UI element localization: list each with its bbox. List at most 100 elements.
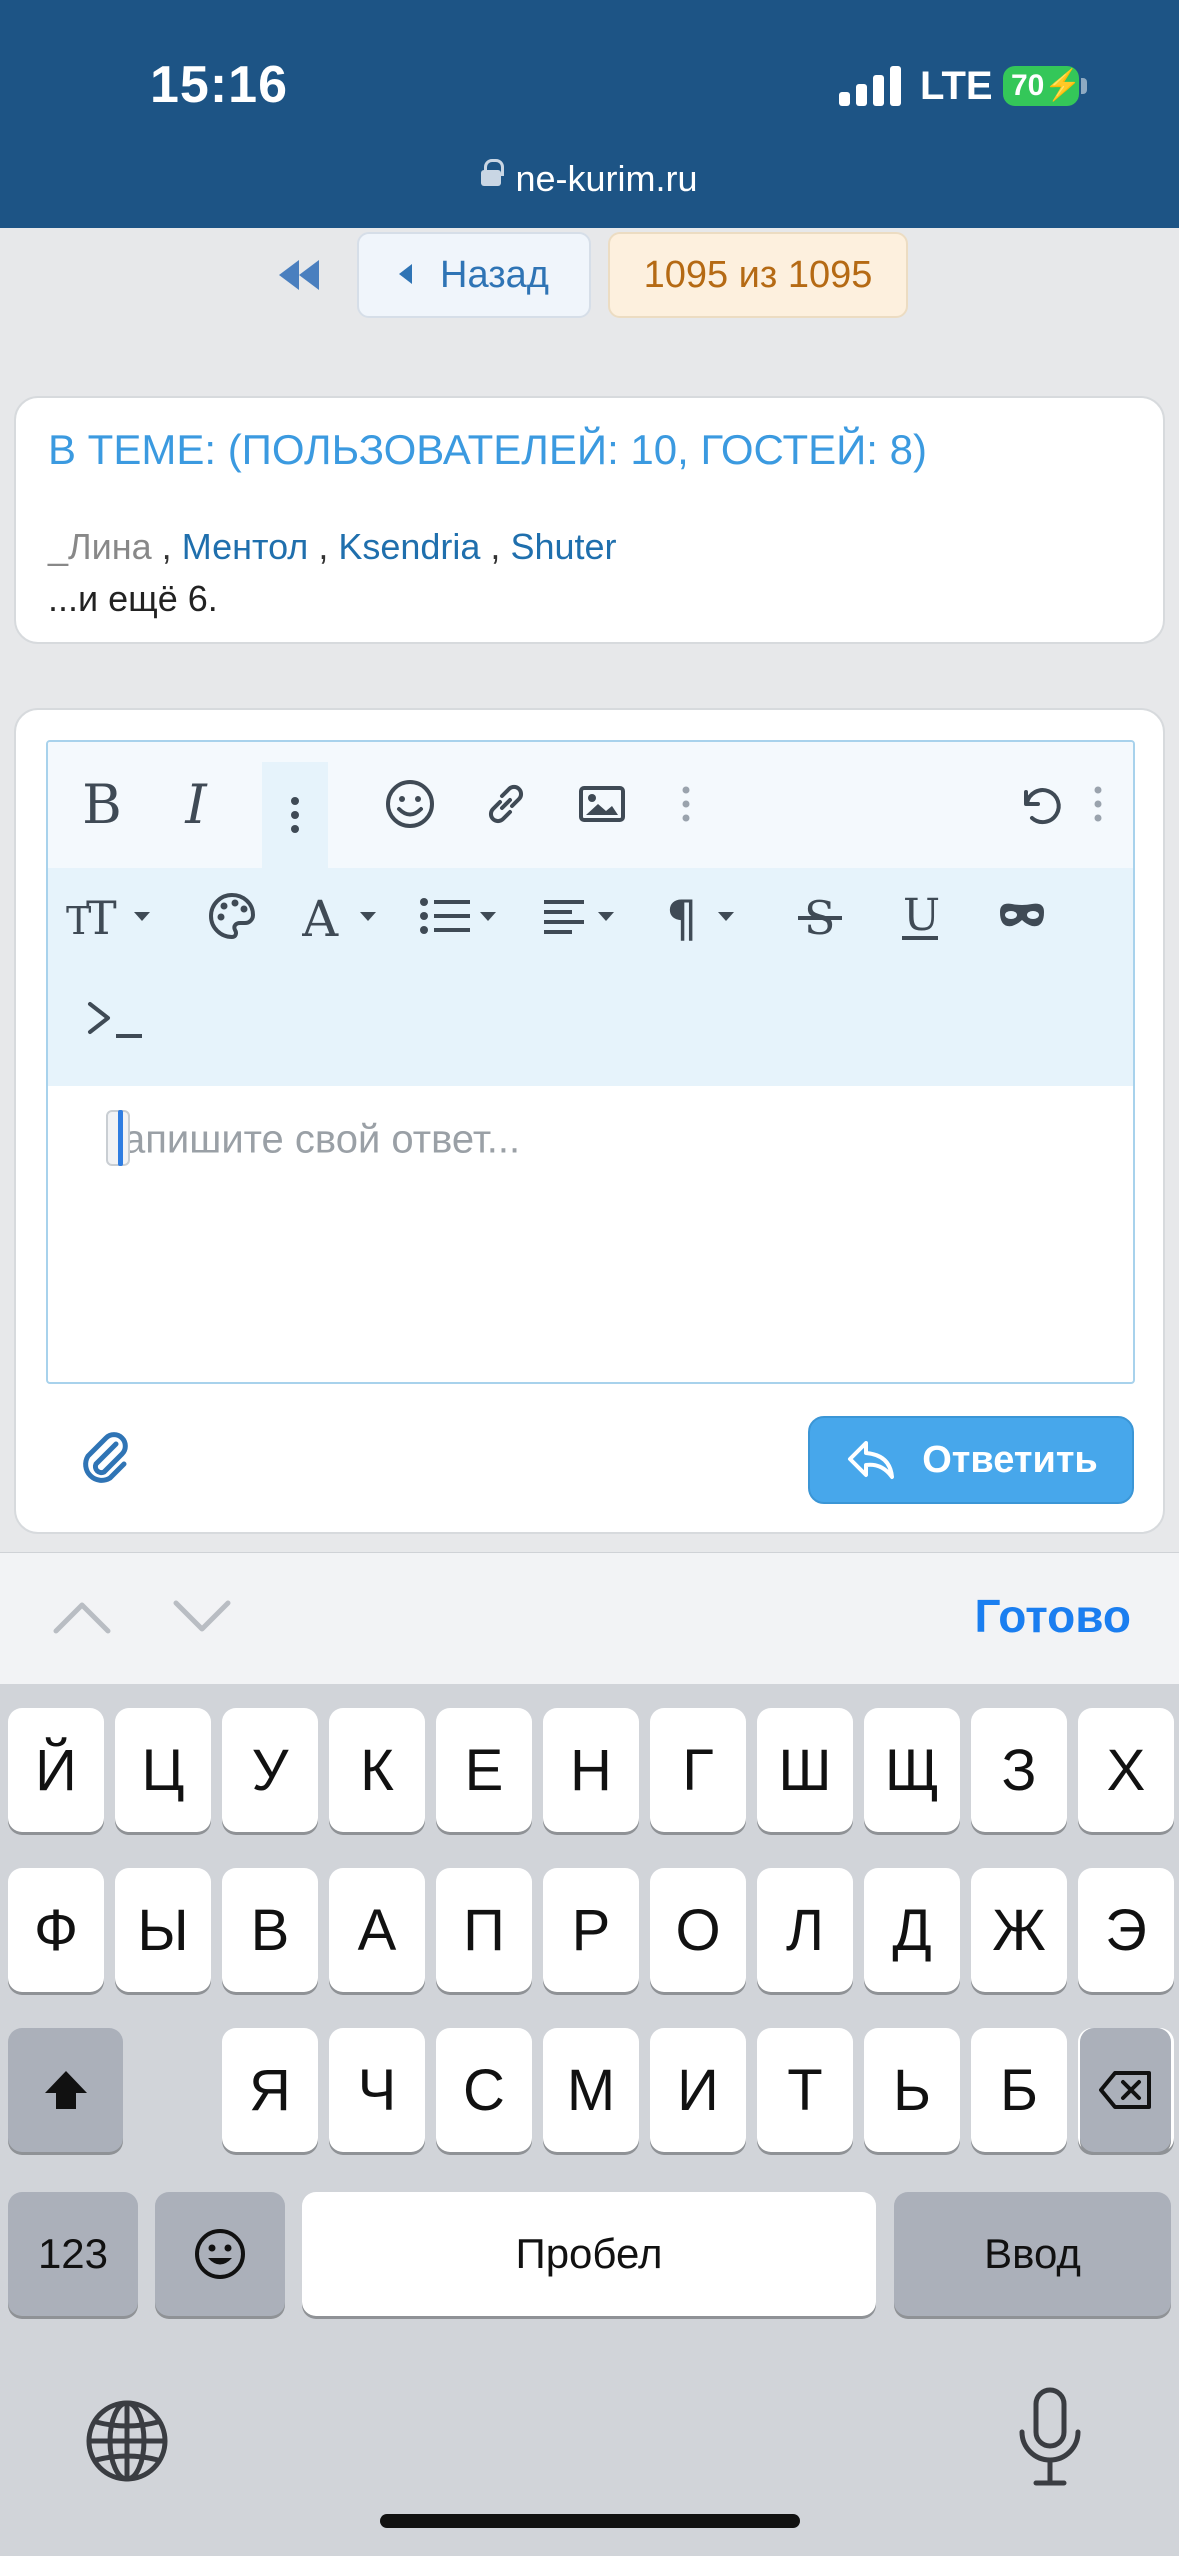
letter-key[interactable]: З	[971, 1708, 1067, 1832]
more-format-button[interactable]	[262, 762, 328, 868]
underline-button[interactable]: U	[888, 884, 952, 948]
return-key[interactable]: Ввод	[894, 2192, 1171, 2316]
signal-icon	[839, 66, 901, 106]
vertical-dots-icon	[291, 797, 299, 833]
underline-icon: U	[902, 890, 940, 941]
letter-key[interactable]: Ч	[329, 2028, 425, 2152]
keyboard-accessory-bar: Готово	[0, 1552, 1179, 1684]
online-users-list: _Лина , Ментол , Ksendria , Shuter	[48, 526, 617, 568]
user-link[interactable]: Ментол	[182, 526, 309, 567]
mask-icon	[1000, 903, 1044, 927]
italic-button[interactable]: I	[164, 772, 228, 836]
letter-key[interactable]: О	[650, 1868, 746, 1992]
bold-button[interactable]: B	[70, 772, 134, 836]
url-bar[interactable]: ne-kurim.ru	[0, 158, 1179, 200]
user-separator: ,	[480, 526, 511, 567]
first-page-button[interactable]	[275, 250, 325, 300]
font-size-button[interactable]: TT	[66, 884, 156, 948]
letter-key[interactable]: Ц	[115, 1708, 211, 1832]
user-link[interactable]: _Лина	[48, 526, 152, 567]
image-button[interactable]	[570, 772, 634, 836]
letter-key[interactable]: И	[650, 2028, 746, 2152]
font-family-button[interactable]: A	[302, 884, 388, 948]
delete-key[interactable]	[1080, 2028, 1171, 2152]
space-key[interactable]: Пробел	[302, 2192, 876, 2316]
letter-key[interactable]: Д	[864, 1868, 960, 1992]
globe-icon[interactable]	[82, 2396, 172, 2486]
smiley-icon	[386, 780, 434, 828]
letter-key[interactable]: В	[222, 1868, 318, 1992]
emoji-button[interactable]	[378, 772, 442, 836]
vertical-dots-icon	[682, 786, 690, 822]
battery-icon: 70⚡	[1003, 66, 1082, 106]
previous-field-button[interactable]	[52, 1597, 112, 1637]
letter-key[interactable]: Й	[8, 1708, 104, 1832]
shift-key[interactable]	[8, 2028, 123, 2152]
letter-key[interactable]: Е	[436, 1708, 532, 1832]
back-button[interactable]: Назад	[357, 232, 591, 318]
list-button[interactable]	[418, 884, 508, 948]
reply-button[interactable]: Ответить	[808, 1416, 1134, 1504]
letter-key[interactable]: Ф	[8, 1868, 104, 1992]
letter-key[interactable]: Х	[1078, 1708, 1174, 1832]
letter-key[interactable]: Ж	[971, 1868, 1067, 1992]
list-icon	[420, 898, 496, 934]
toolbar-more-button-right[interactable]	[1086, 772, 1110, 836]
letter-key[interactable]: Н	[543, 1708, 639, 1832]
letter-key[interactable]: У	[222, 1708, 318, 1832]
letter-key[interactable]: Б	[971, 2028, 1067, 2152]
image-icon	[579, 786, 625, 822]
letter-key[interactable]: Щ	[864, 1708, 960, 1832]
attach-file-button[interactable]	[76, 1428, 136, 1488]
home-indicator[interactable]	[380, 2514, 800, 2528]
paragraph-button[interactable]: ¶	[666, 884, 756, 948]
numbers-key[interactable]: 123	[8, 2192, 138, 2316]
toolbar-more-button[interactable]	[674, 772, 698, 836]
page-indicator[interactable]: 1095 из 1095	[608, 232, 908, 318]
strikethrough-icon: S	[798, 891, 842, 942]
online-users-title: В ТЕМЕ: (ПОЛЬЗОВАТЕЛЕЙ: 10, ГОСТЕЙ: 8)	[48, 426, 927, 473]
undo-icon	[1024, 788, 1061, 825]
user-link[interactable]: Ksendria	[338, 526, 480, 567]
strikethrough-button[interactable]: S	[788, 884, 852, 948]
chevron-up-icon	[53, 1602, 111, 1634]
letter-key[interactable]: Ы	[115, 1868, 211, 1992]
letter-key[interactable]: П	[436, 1868, 532, 1992]
user-separator: ,	[308, 526, 339, 567]
done-button[interactable]: Готово	[974, 1589, 1131, 1643]
undo-button[interactable]	[1008, 772, 1072, 836]
code-button[interactable]	[84, 988, 156, 1052]
letter-key[interactable]: Л	[757, 1868, 853, 1992]
more-users-text: ...и ещё 6.	[48, 578, 218, 619]
reply-textarea[interactable]: апишите свой ответ...	[106, 1110, 520, 1170]
letter-key[interactable]: Ь	[864, 2028, 960, 2152]
letter-key[interactable]: А	[329, 1868, 425, 1992]
letter-key[interactable]: Г	[650, 1708, 746, 1832]
microphone-icon[interactable]	[1012, 2386, 1088, 2490]
next-field-button[interactable]	[172, 1597, 232, 1637]
text-caret	[118, 1110, 123, 1166]
letter-key[interactable]: Э	[1078, 1868, 1174, 1992]
letter-key[interactable]: М	[543, 2028, 639, 2152]
chevron-down-icon	[173, 1600, 231, 1632]
color-button[interactable]	[200, 884, 264, 948]
browser-top-bar: 15:16 LTE 70⚡ ne-kurim.ru	[0, 0, 1179, 228]
letter-key[interactable]: С	[436, 2028, 532, 2152]
letter-key[interactable]: Р	[543, 1868, 639, 1992]
spoiler-button[interactable]	[990, 884, 1054, 948]
link-button[interactable]	[474, 772, 538, 836]
letter-key[interactable]: Т	[757, 2028, 853, 2152]
align-button[interactable]	[542, 884, 632, 948]
letter-key[interactable]: К	[329, 1708, 425, 1832]
svg-text:T: T	[86, 891, 117, 942]
letter-key[interactable]: Ш	[757, 1708, 853, 1832]
link-icon	[488, 784, 524, 824]
letter-key[interactable]: Я	[222, 2028, 318, 2152]
font-size-icon: TT	[66, 891, 150, 942]
status-time: 15:16	[150, 56, 288, 114]
editor-toolbar-main: B I	[48, 742, 1133, 868]
lock-icon	[481, 159, 505, 187]
user-link[interactable]: Shuter	[510, 526, 616, 567]
emoji-key[interactable]	[155, 2192, 285, 2316]
paperclip-icon	[83, 1432, 128, 1483]
